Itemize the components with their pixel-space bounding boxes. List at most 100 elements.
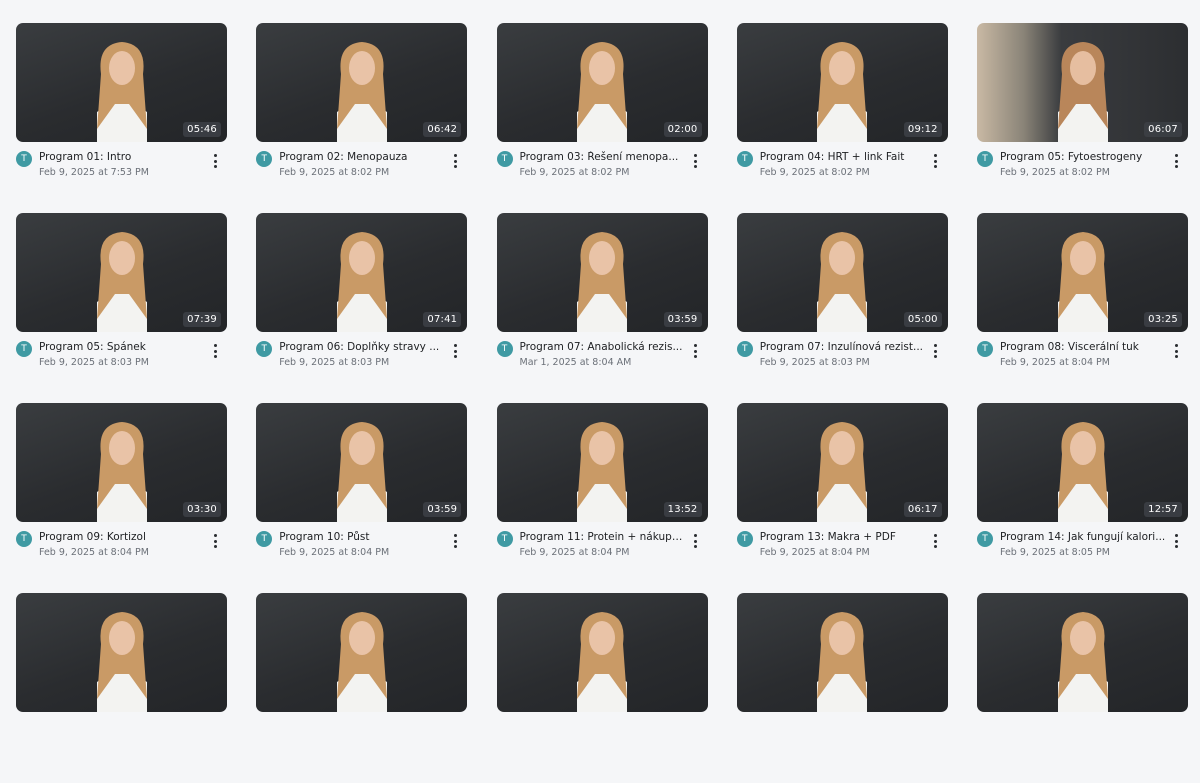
video-card[interactable]: 03:30 T Program 09: Kortizol Feb 9, 2025… [16,403,227,593]
video-card[interactable]: 06:17 T Program 13: Makra + PDF Feb 9, 2… [736,403,948,593]
video-card[interactable] [256,593,468,783]
avatar: T [977,341,993,357]
duration-badge: 03:59 [663,312,702,327]
video-date: Mar 1, 2025 at 8:04 AM [519,357,632,368]
video-title[interactable]: Program 05: Spánek [39,341,205,353]
video-thumbnail[interactable]: 06:42 [256,23,468,142]
video-title[interactable]: Program 08: Viscerální tuk [1000,341,1166,353]
more-options-icon[interactable] [692,344,700,360]
more-options-icon[interactable] [451,154,459,170]
video-card[interactable]: 06:07 T Program 05: Fytoestrogeny Feb 9,… [977,23,1188,213]
video-thumbnail[interactable] [736,593,948,712]
video-card[interactable] [977,593,1188,783]
more-options-icon[interactable] [692,154,700,170]
video-thumbnail[interactable]: 03:30 [16,403,227,522]
video-title[interactable]: Program 01: Intro [39,151,205,163]
more-options-icon[interactable] [211,534,219,550]
avatar: T [16,151,32,167]
video-meta: T Program 13: Makra + PDF Feb 9, 2025 at… [736,529,948,579]
video-meta: T Program 08: Viscerální tuk Feb 9, 2025… [977,339,1188,389]
video-title[interactable]: Program 02: Menopauza [279,151,445,163]
more-options-icon[interactable] [211,154,219,170]
more-options-icon[interactable] [1172,154,1180,170]
presenter-image [817,232,868,332]
more-options-icon[interactable] [211,344,219,360]
duration-badge: 03:25 [1144,312,1182,327]
more-options-icon[interactable] [692,534,700,550]
video-card[interactable]: 03:59 T Program 10: Půst Feb 9, 2025 at … [256,403,468,593]
video-thumbnail[interactable]: 07:39 [16,213,227,332]
more-options-icon[interactable] [1172,534,1180,550]
avatar: T [256,151,273,167]
presenter-image [336,232,387,332]
video-card[interactable]: 13:52 T Program 11: Protein + nákupn... … [496,403,708,593]
video-card[interactable]: 05:00 T Program 07: Inzulínová rezist...… [736,213,948,403]
presenter-image [577,422,627,522]
video-card[interactable] [16,593,227,783]
presenter-image [577,612,627,712]
video-title[interactable]: Program 13: Makra + PDF [760,531,926,543]
video-card[interactable]: 03:59 T Program 07: Anabolická rezis... … [496,213,708,403]
video-thumbnail[interactable]: 07:41 [256,213,468,332]
video-meta: T Program 05: Spánek Feb 9, 2025 at 8:03… [16,339,227,389]
video-thumbnail[interactable]: 12:57 [977,403,1188,522]
video-thumbnail[interactable]: 05:00 [736,213,948,332]
video-card[interactable]: 02:00 T Program 03: Řešení menopa... Feb… [496,23,708,213]
video-thumbnail[interactable] [496,593,708,712]
duration-badge: 03:59 [423,502,462,517]
video-card[interactable]: 05:46 T Program 01: Intro Feb 9, 2025 at… [16,23,227,213]
more-options-icon[interactable] [932,344,940,360]
video-card[interactable] [736,593,948,783]
video-thumbnail[interactable]: 03:59 [256,403,468,522]
video-thumbnail[interactable]: 02:00 [496,23,708,142]
video-meta: T Program 05: Fytoestrogeny Feb 9, 2025 … [977,149,1188,199]
video-title[interactable]: Program 04: HRT + link Fait [760,151,926,163]
more-options-icon[interactable] [451,344,459,360]
video-title[interactable]: Program 10: Půst [279,531,445,543]
presenter-image [817,612,868,712]
video-card[interactable]: 06:42 T Program 02: Menopauza Feb 9, 202… [256,23,468,213]
video-title[interactable]: Program 09: Kortizol [39,531,205,543]
video-title[interactable]: Program 14: Jak fungují kalori... [1000,531,1166,543]
video-thumbnail[interactable]: 09:12 [736,23,948,142]
video-title[interactable]: Program 07: Inzulínová rezist... [760,341,926,353]
duration-badge: 05:00 [903,312,942,327]
video-card[interactable] [496,593,708,783]
video-title[interactable]: Program 07: Anabolická rezis... [520,341,686,353]
video-meta: T Program 10: Půst Feb 9, 2025 at 8:04 P… [256,529,467,579]
video-card[interactable]: 07:41 T Program 06: Doplňky stravy ... F… [256,213,468,403]
video-title[interactable]: Program 03: Řešení menopa... [520,151,686,163]
video-card[interactable]: 09:12 T Program 04: HRT + link Fait Feb … [736,23,948,213]
more-options-icon[interactable] [451,534,459,550]
video-thumbnail[interactable]: 03:59 [496,213,708,332]
video-title[interactable]: Program 05: Fytoestrogeny [1000,151,1166,163]
video-thumbnail[interactable]: 05:46 [16,23,227,142]
presenter-image [96,232,147,332]
avatar: T [736,531,753,547]
video-card[interactable]: 03:25 T Program 08: Viscerální tuk Feb 9… [977,213,1188,403]
video-card[interactable]: 07:39 T Program 05: Spánek Feb 9, 2025 a… [16,213,227,403]
presenter-image [1057,42,1108,142]
video-card[interactable]: 12:57 T Program 14: Jak fungují kalori..… [977,403,1188,593]
video-meta: T Program 01: Intro Feb 9, 2025 at 7:53 … [16,149,227,199]
video-thumbnail[interactable]: 03:25 [977,213,1188,332]
avatar: T [16,341,32,357]
video-thumbnail[interactable]: 13:52 [496,403,708,522]
avatar: T [977,531,993,547]
avatar: T [16,531,32,547]
video-meta: T Program 02: Menopauza Feb 9, 2025 at 8… [256,149,467,199]
presenter-image [577,42,627,142]
video-thumbnail[interactable]: 06:07 [977,23,1188,142]
more-options-icon[interactable] [1172,344,1180,360]
video-thumbnail[interactable] [977,593,1188,712]
video-thumbnail[interactable]: 06:17 [736,403,948,522]
video-title[interactable]: Program 06: Doplňky stravy ... [279,341,445,353]
video-title[interactable]: Program 11: Protein + nákupn... [520,531,686,543]
video-meta: T Program 06: Doplňky stravy ... Feb 9, … [256,339,467,389]
more-options-icon[interactable] [932,534,940,550]
duration-badge: 05:46 [183,122,221,137]
more-options-icon[interactable] [932,154,940,170]
avatar: T [496,531,513,547]
video-thumbnail[interactable] [16,593,227,712]
video-thumbnail[interactable] [256,593,468,712]
